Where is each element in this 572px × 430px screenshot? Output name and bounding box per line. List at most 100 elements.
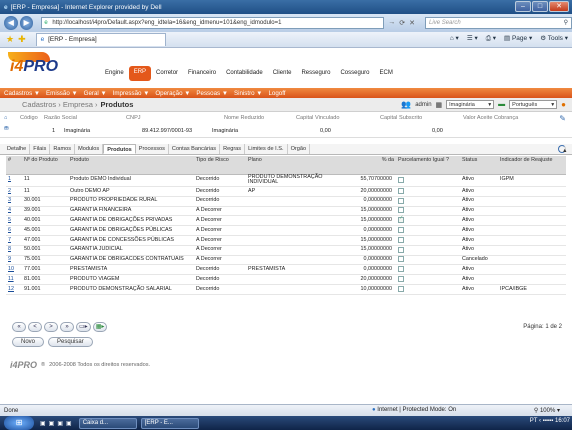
nav-item-ecm[interactable]: ECM [374,68,397,81]
stop-icon[interactable]: ✕ [409,19,415,27]
installment-checkbox[interactable] [396,264,460,276]
add-favorites-icon[interactable]: ✚ [18,34,26,45]
back-button[interactable]: ◀ [4,16,18,30]
table-row[interactable]: 6 45.001 GARANTIA DE OBRIGAÇÕES PÚBLICAS A … [6,225,566,237]
installment-checkbox[interactable] [396,196,460,207]
tab-processos[interactable]: Processos [136,144,169,154]
first-page-button[interactable]: « [12,322,26,332]
tab-ramos[interactable]: Ramos [50,144,76,154]
nav-item-erp[interactable]: ERP [128,66,152,81]
checkbox[interactable] [398,236,404,243]
submenu-item-geral[interactable]: Geral ▼ [84,90,107,97]
row-index-link[interactable]: 7 [6,235,22,246]
checkbox[interactable] [398,285,404,292]
table-row[interactable]: 10 77.001 PRESTAMISTA Decorrido PRESTAMISTA 0… [6,264,566,276]
company-select[interactable]: Imaginária [446,100,495,109]
checkbox[interactable] [398,216,404,224]
installment-checkbox[interactable] [396,255,460,266]
table-row[interactable]: 3 30.001 PRODUTO PROPRIEDADE RURAL Decorrid… [6,196,566,207]
prev-page-button[interactable]: < [28,322,42,332]
tools-menu[interactable]: ⚙ Tools ▾ [540,34,568,43]
column-header-status[interactable]: Status [460,156,498,175]
zoom-level[interactable]: ⚲ 100% ▾ [534,407,560,414]
checkbox[interactable] [398,256,404,263]
nav-item-cosseguro[interactable]: Cosseguro [335,68,374,81]
help-icon[interactable]: ● [561,100,566,109]
tab-contas-bancarias[interactable]: Contas Bancárias [169,144,221,154]
edit-icon[interactable]: ✎ [559,114,566,123]
table-row[interactable]: 9 75.001 GARANTIA DE OBRIGACOES CONTRATUAI… [6,255,566,266]
row-index-link[interactable]: 4 [6,206,22,217]
submenu-item-operacao[interactable]: Operação ▼ [155,90,190,97]
search-input[interactable]: Live Search ⚲ [425,17,572,29]
checkbox[interactable] [398,246,404,253]
column-header-parcelamento-igual[interactable]: Parcelamento Igual ? [396,156,460,175]
column-header-n-do-produto[interactable]: Nº do Produto [22,156,68,175]
next-page-button[interactable]: > [44,322,58,332]
submenu-item-logoff[interactable]: Logoff [268,90,285,97]
installment-checkbox[interactable] [396,284,460,295]
submenu-item-cadastros[interactable]: Cadastros ▼ [4,90,40,97]
forward-button[interactable]: ▶ [19,16,34,30]
row-index-link[interactable]: 10 [6,264,22,276]
row-index-link[interactable]: 8 [6,245,22,256]
submenu-item-pessoas[interactable]: Pessoas ▼ [196,90,228,97]
column-header-indicador-de-reajuste[interactable]: Indicador de Reajuste [498,156,566,175]
new-button[interactable]: Novo [12,337,45,347]
installment-checkbox[interactable] [396,235,460,246]
row-index-link[interactable]: 11 [6,274,22,286]
home-icon[interactable]: ⌂ ▾ [450,34,459,43]
row-index-link[interactable]: 9 [6,255,22,266]
installment-checkbox[interactable] [396,225,460,237]
column-header-plano[interactable]: Plano [246,156,346,175]
nav-item-resseguro[interactable]: Resseguro [296,68,335,81]
language-select[interactable]: Português [509,100,558,109]
column-header-da[interactable]: % da [346,156,396,175]
checkbox[interactable] [398,207,404,214]
tab-regras[interactable]: Regras [220,144,246,154]
favorites-star-icon[interactable]: ★ [6,34,14,45]
nav-item-cliente[interactable]: Cliente [268,68,297,81]
url-input[interactable]: e http://localhost/i4pro/Default.aspx?en… [41,17,385,29]
table-row[interactable]: 11 81.001 PRODUTO VIAGEM Decorrido 20,000000… [6,274,566,286]
installment-checkbox[interactable] [396,186,460,197]
taskbar-item-mail[interactable]: Caixa d... [78,417,137,429]
table-row[interactable]: 1 11 Produto DEMO Individual Decorrido PRODU… [6,174,566,188]
submenu-item-emissao[interactable]: Emissão ▼ [46,90,78,97]
table-row[interactable]: 4 39.001 GARANTIA FINANCEIRA A Decorrer 15,0… [6,206,566,217]
collapse-icon[interactable]: ▲ [558,145,568,154]
tab-modulos[interactable]: Modulos [75,144,104,154]
maximize-button[interactable]: □ [532,1,548,12]
tab-filais[interactable]: Filais [30,144,51,154]
row-action-icon[interactable]: ⛃ [4,126,9,132]
installment-checkbox[interactable] [396,245,460,256]
column-header-index[interactable]: # [6,156,22,175]
checkbox[interactable] [398,266,404,273]
installment-checkbox[interactable] [396,174,460,188]
browser-tab[interactable]: e [ERP - Empresa] [35,33,166,46]
table-row[interactable]: 7 47.001 GARANTIA DE CONCESSÕES PÚBLICAS A … [6,235,566,246]
installment-checkbox[interactable] [396,206,460,217]
export-pdf-icon[interactable]: ▭▸ [76,322,91,332]
search-button[interactable]: Pesquisar [48,337,93,347]
go-icon[interactable]: → [388,19,395,27]
checkbox[interactable] [398,176,404,183]
submenu-item-impressao[interactable]: Impressão ▼ [113,90,150,97]
table-row[interactable]: 12 91.001 PRODUTO DEMONSTRAÇÃO SALARIAL Dec… [6,284,566,295]
nav-item-contabilidade[interactable]: Contabilidade [221,68,268,81]
tab-limites-de-i-s[interactable]: Limites de I.S. [245,144,288,154]
row-index-link[interactable]: 2 [6,186,22,197]
table-row[interactable]: 2 11 Outro DEMO AP Decorrido AP 20,00000000 At… [6,186,566,197]
start-button[interactable]: ⊞ [4,416,34,430]
table-row[interactable]: 8 50.001 GARANTIA JUDICIAL A Decorrer 15,000… [6,245,566,256]
row-index-link[interactable]: 1 [6,174,22,188]
taskbar-item-erp[interactable]: [ERP - E... [140,417,199,429]
last-page-button[interactable]: » [60,322,74,332]
checkbox[interactable] [398,197,404,204]
minimize-button[interactable]: – [515,1,531,12]
nav-item-corretor[interactable]: Corretor [151,68,183,81]
page-menu[interactable]: ▤ Page ▾ [504,34,532,43]
tab-detalhe[interactable]: Detalhe [4,144,31,154]
row-index-link[interactable]: 6 [6,225,22,237]
tab-produtos[interactable]: Produtos [103,144,136,154]
